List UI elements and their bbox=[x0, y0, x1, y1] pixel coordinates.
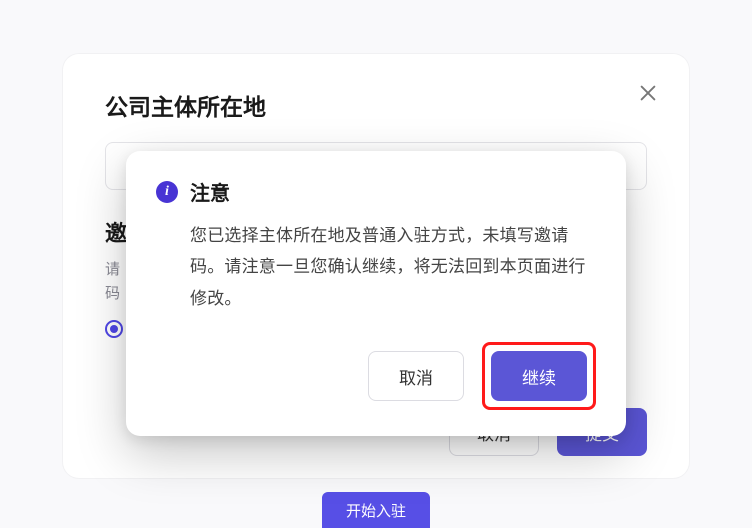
info-icon: i bbox=[156, 181, 178, 203]
continue-highlight: 继续 bbox=[482, 342, 596, 410]
confirm-dialog-body: 您已选择主体所在地及普通入驻方式，未填写邀请码。请注意一旦您确认继续，将无法回到… bbox=[156, 220, 596, 314]
confirm-dialog-title: 注意 bbox=[190, 177, 230, 206]
confirm-cancel-button[interactable]: 取消 bbox=[368, 351, 464, 401]
confirm-continue-button[interactable]: 继续 bbox=[491, 351, 587, 401]
confirm-dialog: i 注意 您已选择主体所在地及普通入驻方式，未填写邀请码。请注意一旦您确认继续，… bbox=[126, 151, 626, 436]
